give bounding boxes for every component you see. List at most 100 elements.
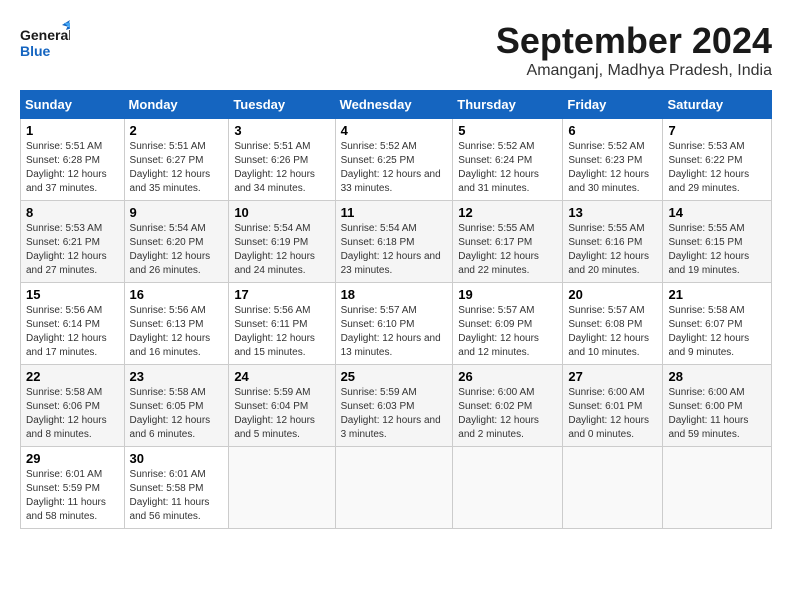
day-number: 4 [341, 123, 448, 138]
weekday-header: Friday [563, 91, 663, 119]
day-number: 3 [234, 123, 329, 138]
calendar-day-cell: 27 Sunrise: 6:00 AMSunset: 6:01 PMDaylig… [563, 365, 663, 447]
calendar-day-cell: 9 Sunrise: 5:54 AMSunset: 6:20 PMDayligh… [124, 201, 229, 283]
calendar-day-cell: 30 Sunrise: 6:01 AMSunset: 5:58 PMDaylig… [124, 447, 229, 529]
calendar-day-cell: 21 Sunrise: 5:58 AMSunset: 6:07 PMDaylig… [663, 283, 772, 365]
calendar-week-row: 8 Sunrise: 5:53 AMSunset: 6:21 PMDayligh… [21, 201, 772, 283]
calendar-week-row: 29 Sunrise: 6:01 AMSunset: 5:59 PMDaylig… [21, 447, 772, 529]
calendar-day-cell: 23 Sunrise: 5:58 AMSunset: 6:05 PMDaylig… [124, 365, 229, 447]
day-number: 16 [130, 287, 224, 302]
calendar-day-cell: 18 Sunrise: 5:57 AMSunset: 6:10 PMDaylig… [335, 283, 453, 365]
day-detail: Sunrise: 5:59 AMSunset: 6:04 PMDaylight:… [234, 387, 315, 440]
calendar-day-cell: 29 Sunrise: 6:01 AMSunset: 5:59 PMDaylig… [21, 447, 125, 529]
day-detail: Sunrise: 6:00 AMSunset: 6:02 PMDaylight:… [458, 387, 539, 440]
day-number: 8 [26, 205, 119, 220]
calendar-day-cell: 20 Sunrise: 5:57 AMSunset: 6:08 PMDaylig… [563, 283, 663, 365]
calendar-day-cell: 17 Sunrise: 5:56 AMSunset: 6:11 PMDaylig… [229, 283, 335, 365]
page-header: General Blue September 2024 Amanganj, Ma… [20, 20, 772, 80]
day-detail: Sunrise: 5:56 AMSunset: 6:14 PMDaylight:… [26, 305, 107, 358]
day-number: 15 [26, 287, 119, 302]
calendar-day-cell [229, 447, 335, 529]
day-detail: Sunrise: 5:59 AMSunset: 6:03 PMDaylight:… [341, 387, 441, 440]
day-detail: Sunrise: 5:55 AMSunset: 6:17 PMDaylight:… [458, 223, 539, 276]
calendar-week-row: 22 Sunrise: 5:58 AMSunset: 6:06 PMDaylig… [21, 365, 772, 447]
day-detail: Sunrise: 5:58 AMSunset: 6:07 PMDaylight:… [668, 305, 749, 358]
day-number: 23 [130, 369, 224, 384]
day-number: 7 [668, 123, 766, 138]
calendar-day-cell: 16 Sunrise: 5:56 AMSunset: 6:13 PMDaylig… [124, 283, 229, 365]
calendar-day-cell: 7 Sunrise: 5:53 AMSunset: 6:22 PMDayligh… [663, 119, 772, 201]
calendar-day-cell: 4 Sunrise: 5:52 AMSunset: 6:25 PMDayligh… [335, 119, 453, 201]
day-detail: Sunrise: 5:52 AMSunset: 6:25 PMDaylight:… [341, 141, 441, 194]
weekday-header: Saturday [663, 91, 772, 119]
day-detail: Sunrise: 5:57 AMSunset: 6:09 PMDaylight:… [458, 305, 539, 358]
day-detail: Sunrise: 5:58 AMSunset: 6:05 PMDaylight:… [130, 387, 211, 440]
day-number: 28 [668, 369, 766, 384]
day-detail: Sunrise: 5:52 AMSunset: 6:23 PMDaylight:… [568, 141, 649, 194]
calendar-day-cell: 25 Sunrise: 5:59 AMSunset: 6:03 PMDaylig… [335, 365, 453, 447]
day-number: 17 [234, 287, 329, 302]
title-section: September 2024 Amanganj, Madhya Pradesh,… [496, 20, 772, 80]
day-number: 13 [568, 205, 657, 220]
day-number: 5 [458, 123, 557, 138]
calendar-day-cell: 19 Sunrise: 5:57 AMSunset: 6:09 PMDaylig… [453, 283, 563, 365]
day-detail: Sunrise: 5:57 AMSunset: 6:10 PMDaylight:… [341, 305, 441, 358]
logo-bird-icon: General Blue [20, 20, 70, 65]
logo: General Blue [20, 20, 70, 65]
day-number: 6 [568, 123, 657, 138]
day-number: 30 [130, 451, 224, 466]
calendar-day-cell: 15 Sunrise: 5:56 AMSunset: 6:14 PMDaylig… [21, 283, 125, 365]
calendar-day-cell [563, 447, 663, 529]
calendar-day-cell: 14 Sunrise: 5:55 AMSunset: 6:15 PMDaylig… [663, 201, 772, 283]
day-detail: Sunrise: 5:51 AMSunset: 6:28 PMDaylight:… [26, 141, 107, 194]
calendar-day-cell: 26 Sunrise: 6:00 AMSunset: 6:02 PMDaylig… [453, 365, 563, 447]
calendar-day-cell: 5 Sunrise: 5:52 AMSunset: 6:24 PMDayligh… [453, 119, 563, 201]
day-number: 19 [458, 287, 557, 302]
weekday-header: Tuesday [229, 91, 335, 119]
day-detail: Sunrise: 5:57 AMSunset: 6:08 PMDaylight:… [568, 305, 649, 358]
calendar-day-cell: 10 Sunrise: 5:54 AMSunset: 6:19 PMDaylig… [229, 201, 335, 283]
calendar-header-row: SundayMondayTuesdayWednesdayThursdayFrid… [21, 91, 772, 119]
day-number: 14 [668, 205, 766, 220]
day-detail: Sunrise: 6:01 AMSunset: 5:58 PMDaylight:… [130, 469, 210, 522]
calendar-table: SundayMondayTuesdayWednesdayThursdayFrid… [20, 90, 772, 529]
weekday-header: Sunday [21, 91, 125, 119]
svg-text:Blue: Blue [20, 43, 51, 59]
location-subtitle: Amanganj, Madhya Pradesh, India [496, 62, 772, 80]
calendar-day-cell: 28 Sunrise: 6:00 AMSunset: 6:00 PMDaylig… [663, 365, 772, 447]
day-number: 24 [234, 369, 329, 384]
calendar-day-cell [663, 447, 772, 529]
day-detail: Sunrise: 5:53 AMSunset: 6:21 PMDaylight:… [26, 223, 107, 276]
day-number: 1 [26, 123, 119, 138]
calendar-day-cell [335, 447, 453, 529]
day-detail: Sunrise: 5:55 AMSunset: 6:15 PMDaylight:… [668, 223, 749, 276]
calendar-day-cell: 6 Sunrise: 5:52 AMSunset: 6:23 PMDayligh… [563, 119, 663, 201]
calendar-day-cell [453, 447, 563, 529]
day-number: 25 [341, 369, 448, 384]
weekday-header: Wednesday [335, 91, 453, 119]
day-detail: Sunrise: 5:56 AMSunset: 6:11 PMDaylight:… [234, 305, 315, 358]
day-detail: Sunrise: 6:01 AMSunset: 5:59 PMDaylight:… [26, 469, 106, 522]
day-number: 21 [668, 287, 766, 302]
day-detail: Sunrise: 5:55 AMSunset: 6:16 PMDaylight:… [568, 223, 649, 276]
calendar-day-cell: 13 Sunrise: 5:55 AMSunset: 6:16 PMDaylig… [563, 201, 663, 283]
day-detail: Sunrise: 6:00 AMSunset: 6:00 PMDaylight:… [668, 387, 748, 440]
day-number: 18 [341, 287, 448, 302]
day-detail: Sunrise: 5:54 AMSunset: 6:20 PMDaylight:… [130, 223, 211, 276]
month-title: September 2024 [496, 20, 772, 62]
day-number: 26 [458, 369, 557, 384]
day-detail: Sunrise: 5:54 AMSunset: 6:19 PMDaylight:… [234, 223, 315, 276]
day-number: 9 [130, 205, 224, 220]
calendar-day-cell: 12 Sunrise: 5:55 AMSunset: 6:17 PMDaylig… [453, 201, 563, 283]
calendar-day-cell: 3 Sunrise: 5:51 AMSunset: 6:26 PMDayligh… [229, 119, 335, 201]
calendar-week-row: 1 Sunrise: 5:51 AMSunset: 6:28 PMDayligh… [21, 119, 772, 201]
day-number: 20 [568, 287, 657, 302]
calendar-day-cell: 24 Sunrise: 5:59 AMSunset: 6:04 PMDaylig… [229, 365, 335, 447]
day-detail: Sunrise: 5:54 AMSunset: 6:18 PMDaylight:… [341, 223, 441, 276]
day-detail: Sunrise: 5:52 AMSunset: 6:24 PMDaylight:… [458, 141, 539, 194]
day-detail: Sunrise: 5:51 AMSunset: 6:26 PMDaylight:… [234, 141, 315, 194]
day-number: 29 [26, 451, 119, 466]
calendar-day-cell: 11 Sunrise: 5:54 AMSunset: 6:18 PMDaylig… [335, 201, 453, 283]
calendar-week-row: 15 Sunrise: 5:56 AMSunset: 6:14 PMDaylig… [21, 283, 772, 365]
calendar-day-cell: 1 Sunrise: 5:51 AMSunset: 6:28 PMDayligh… [21, 119, 125, 201]
